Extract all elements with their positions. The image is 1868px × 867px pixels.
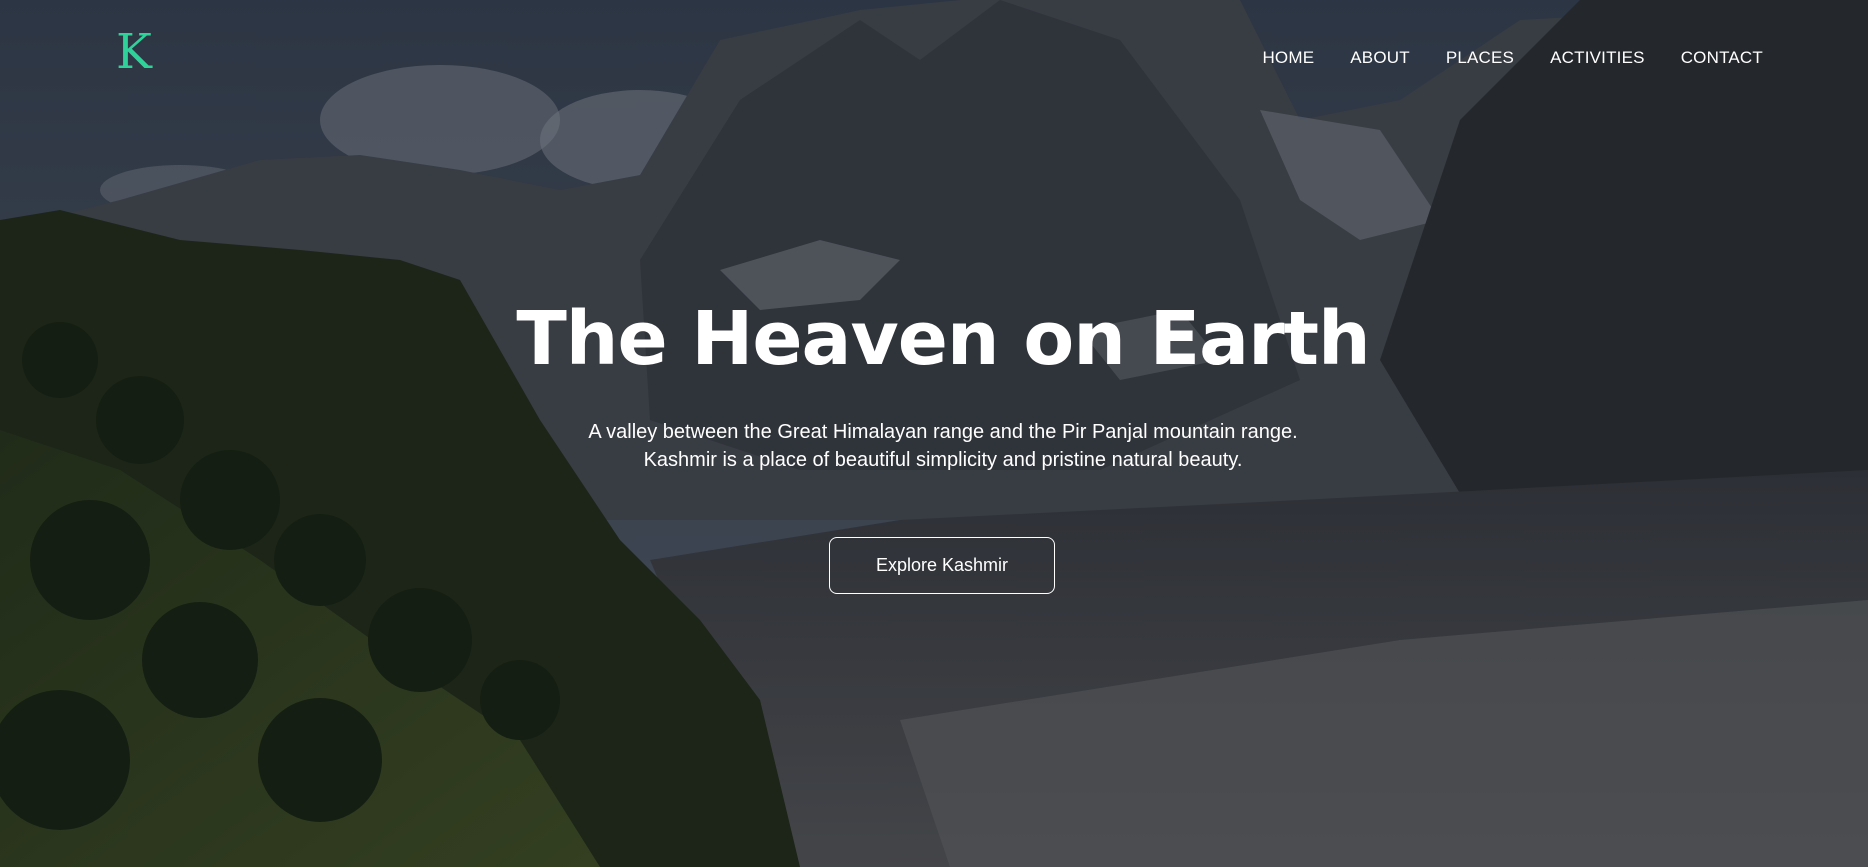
nav-item-activities[interactable]: ACTIVITIES xyxy=(1550,48,1645,68)
nav-item-about[interactable]: ABOUT xyxy=(1350,48,1410,68)
hero-subtitle-line-2: Kashmir is a place of beautiful simplici… xyxy=(643,449,1243,471)
nav-item-home[interactable]: HOME xyxy=(1262,48,1314,68)
hero-section: K HOME ABOUT PLACES ACTIVITIES CONTACT T… xyxy=(0,0,1868,867)
hero-title: The Heaven on Earth xyxy=(516,296,1370,382)
nav-item-contact[interactable]: CONTACT xyxy=(1681,48,1763,68)
hero-subtitle: A valley between the Great Himalayan ran… xyxy=(0,418,1868,474)
explore-kashmir-button[interactable]: Explore Kashmir xyxy=(829,537,1055,594)
brand-logo[interactable]: K xyxy=(116,28,152,76)
main-navigation: HOME ABOUT PLACES ACTIVITIES CONTACT xyxy=(1262,48,1763,68)
hero-subtitle-line-1: A valley between the Great Himalayan ran… xyxy=(588,421,1298,443)
nav-item-places[interactable]: PLACES xyxy=(1446,48,1514,68)
